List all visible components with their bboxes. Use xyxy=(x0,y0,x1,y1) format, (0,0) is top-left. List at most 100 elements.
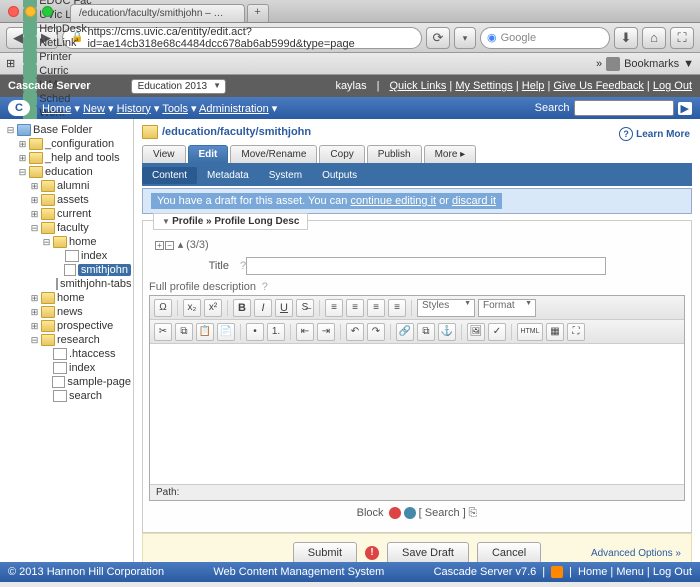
reload-button[interactable]: ⟳ xyxy=(426,27,450,49)
tree-node[interactable]: ⊟faculty xyxy=(2,221,131,235)
submit-button[interactable]: Submit xyxy=(293,542,357,562)
superscript-button[interactable]: x² xyxy=(204,299,222,317)
tree-node[interactable]: ⊞home xyxy=(2,291,131,305)
tree-node[interactable]: ⊟research xyxy=(2,333,131,347)
block-search-link[interactable]: [ Search ] xyxy=(419,507,466,519)
tree-node[interactable]: ⊞current xyxy=(2,207,131,221)
tree-toggle-icon[interactable]: ⊟ xyxy=(30,335,39,346)
download-button[interactable]: ⬇ xyxy=(614,27,638,49)
paste-text-button[interactable]: 📄 xyxy=(217,323,235,341)
appbar-link[interactable]: My Settings xyxy=(455,80,512,92)
align-left-button[interactable]: ≡ xyxy=(325,299,343,317)
spellcheck-button[interactable]: ✓ xyxy=(488,323,506,341)
secondary-tab[interactable]: Outputs xyxy=(312,167,367,184)
tree-node[interactable]: ⊞news xyxy=(2,305,131,319)
cut-button[interactable]: ✂ xyxy=(154,323,172,341)
strike-button[interactable]: S̶ xyxy=(296,299,314,317)
help-icon[interactable]: ? xyxy=(262,281,268,293)
rss-icon[interactable] xyxy=(551,566,563,578)
window-close[interactable] xyxy=(8,6,19,17)
advanced-options-link[interactable]: Advanced Options » xyxy=(591,548,681,559)
footer-link[interactable]: Log Out xyxy=(653,566,692,578)
group-controls[interactable]: +− ▴ (3/3) xyxy=(155,238,685,251)
browser-tab[interactable]: /education/faculty/smithjohn – … xyxy=(70,4,245,22)
tree-node[interactable]: search xyxy=(2,389,131,403)
continue-editing-link[interactable]: continue editing it xyxy=(350,195,436,207)
anchor-button[interactable]: ⚓ xyxy=(438,323,456,341)
address-bar[interactable]: 🔒 https://cms.uvic.ca/entity/edit.act?id… xyxy=(62,27,422,49)
tree-toggle-icon[interactable]: ⊟ xyxy=(6,125,15,136)
align-center-button[interactable]: ≡ xyxy=(346,299,364,317)
tree-node[interactable]: ⊞prospective xyxy=(2,319,131,333)
tree-node[interactable]: ⊞_configuration xyxy=(2,137,131,151)
footer-link[interactable]: Menu xyxy=(616,566,644,578)
appbar-link[interactable]: Give Us Feedback xyxy=(553,80,643,92)
browser-search[interactable]: ◉ Google xyxy=(480,27,610,49)
primary-tab[interactable]: More ▸ xyxy=(424,145,477,163)
tree-node[interactable]: ⊞assets xyxy=(2,193,131,207)
bookmark-item[interactable]: Printer xyxy=(23,50,92,64)
collapse-icon[interactable]: − xyxy=(165,241,174,250)
editor-body[interactable] xyxy=(150,344,684,484)
copy-button[interactable]: ⧉ xyxy=(175,323,193,341)
primary-tab[interactable]: View xyxy=(142,145,186,163)
tree-node[interactable]: smithjohn-tabs xyxy=(2,277,131,291)
subscript-button[interactable]: x₂ xyxy=(183,299,201,317)
global-search-input[interactable] xyxy=(574,100,674,116)
indent-button[interactable]: ⇥ xyxy=(317,323,335,341)
cascade-logo-icon[interactable]: C xyxy=(8,100,30,116)
new-tab-button[interactable]: + xyxy=(247,4,269,22)
save-draft-button[interactable]: Save Draft xyxy=(387,542,469,562)
styles-select[interactable]: Styles xyxy=(417,299,475,317)
italic-button[interactable]: I xyxy=(254,299,272,317)
secondary-tab[interactable]: Content xyxy=(142,167,197,184)
format-select[interactable]: Format xyxy=(478,299,536,317)
tree-toggle-icon[interactable]: ⊞ xyxy=(30,307,39,318)
tree-node[interactable]: ⊞alumni xyxy=(2,179,131,193)
menu-item[interactable]: Home ▾ xyxy=(42,103,80,115)
tree-node[interactable]: index xyxy=(2,249,131,263)
tree-node[interactable]: .htaccess xyxy=(2,347,131,361)
reader-button[interactable]: ▾ xyxy=(454,27,476,49)
ul-button[interactable]: • xyxy=(246,323,264,341)
secondary-tab[interactable]: System xyxy=(259,167,312,184)
underline-button[interactable]: U xyxy=(275,299,293,317)
site-selector[interactable]: Education 2013 xyxy=(131,79,227,94)
home-button[interactable]: ⌂ xyxy=(642,27,666,49)
window-zoom[interactable] xyxy=(42,6,53,17)
bookmark-item[interactable]: HelpDesk xyxy=(23,22,92,36)
table-button[interactable]: ▦ xyxy=(546,323,564,341)
undo-button[interactable]: ↶ xyxy=(346,323,364,341)
menu-item[interactable]: New ▾ xyxy=(83,103,114,115)
bookmarks-menu[interactable]: Bookmarks xyxy=(624,58,679,70)
tree-toggle-icon[interactable]: ⊞ xyxy=(30,181,39,192)
appbar-link[interactable]: Help xyxy=(522,80,545,92)
align-right-button[interactable]: ≡ xyxy=(367,299,385,317)
bookmark-item[interactable]: Curric xyxy=(23,64,92,78)
tree-toggle-icon[interactable]: ⊞ xyxy=(18,153,27,164)
tree-toggle-icon[interactable]: ⊞ xyxy=(30,321,39,332)
ol-button[interactable]: 1. xyxy=(267,323,285,341)
panel-heading[interactable]: Profile » Profile Long Desc xyxy=(153,213,308,230)
bold-button[interactable]: B xyxy=(233,299,251,317)
link-button[interactable]: 🔗 xyxy=(396,323,414,341)
window-minimize[interactable] xyxy=(25,6,36,17)
menu-item[interactable]: Tools ▾ xyxy=(162,103,196,115)
tree-toggle-icon[interactable]: ⊞ xyxy=(30,195,39,206)
menu-item[interactable]: Administration ▾ xyxy=(199,103,277,115)
asset-tree[interactable]: ⊟Base Folder⊞_configuration⊞_help and to… xyxy=(0,119,134,562)
primary-tab[interactable]: Move/Rename xyxy=(230,145,317,163)
omega-icon[interactable]: Ω xyxy=(154,299,172,317)
tree-toggle-icon[interactable]: ⊞ xyxy=(30,293,39,304)
paste-button[interactable]: 📋 xyxy=(196,323,214,341)
fullscreen-button[interactable]: ⛶ xyxy=(670,27,694,49)
primary-tab[interactable]: Edit xyxy=(188,145,229,163)
bookmark-item[interactable]: NetLink xyxy=(23,36,92,50)
tree-node[interactable]: ⊟Base Folder xyxy=(2,123,131,137)
discard-link[interactable]: discard it xyxy=(452,195,496,207)
tree-node[interactable]: ⊞_help and tools xyxy=(2,151,131,165)
chevron-right-icon[interactable]: » xyxy=(596,58,602,70)
browse-block-icon[interactable] xyxy=(404,507,416,519)
tree-node[interactable]: index xyxy=(2,361,131,375)
footer-link[interactable]: Home xyxy=(578,566,607,578)
